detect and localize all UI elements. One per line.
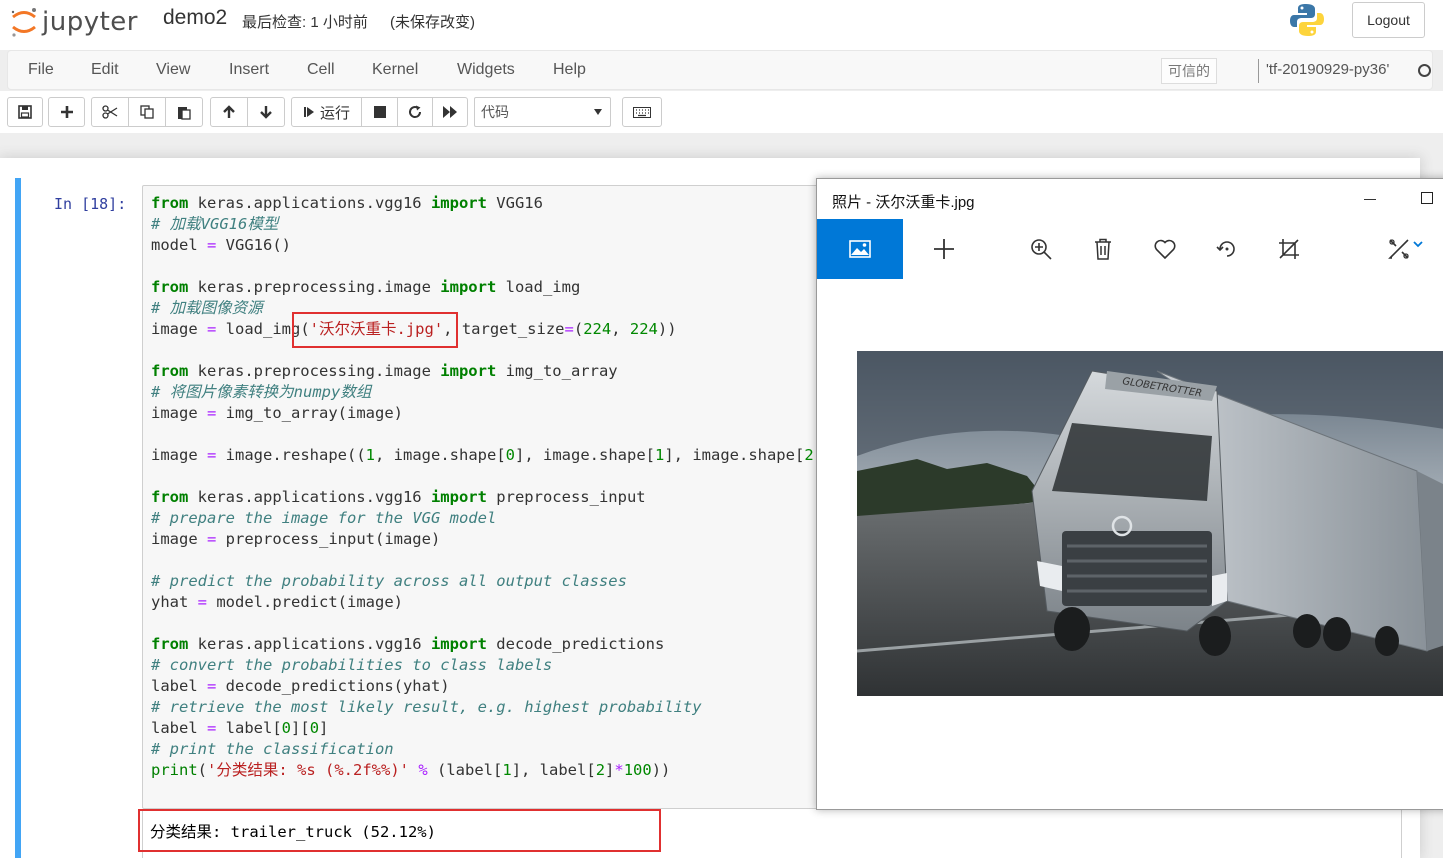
checkpoint-status: 最后检查: 1 小时前 (242, 14, 368, 31)
crop-button[interactable] (1275, 235, 1303, 263)
jupyter-logo-text: jupyter (42, 7, 138, 37)
code-editor[interactable]: from keras.applications.vgg16 import VGG… (151, 193, 842, 781)
favorite-button[interactable] (1151, 235, 1179, 263)
copy-icon (140, 105, 154, 119)
refresh-icon (409, 105, 422, 118)
filename-highlight-box (292, 312, 458, 348)
menu-file[interactable]: File (28, 61, 54, 79)
move-up-button[interactable] (210, 97, 248, 127)
scissors-icon (102, 105, 118, 119)
image-icon (849, 240, 871, 258)
heart-icon (1154, 239, 1176, 259)
chevron-down-icon (1412, 241, 1423, 248)
save-button[interactable] (7, 97, 43, 127)
maximize-button[interactable] (1421, 192, 1433, 204)
run-button[interactable]: 运行 (291, 97, 362, 127)
truck-photo-image: GLOBETROTTER (857, 351, 1443, 696)
toolbar: 运行 代码 (0, 91, 1443, 133)
cell-type-select[interactable]: 代码 (474, 97, 611, 127)
header: jupyter demo2 最后检查: 1 小时前 (未保存改变) Logout (0, 0, 1443, 50)
plus-icon (934, 239, 954, 259)
zoom-button[interactable] (1027, 235, 1055, 263)
jupyter-logo[interactable]: jupyter (10, 2, 138, 42)
photo-viewer-window[interactable]: 照片 - 沃尔沃重卡.jpg GLOBETROTTER (816, 178, 1443, 810)
logout-button[interactable]: Logout (1352, 2, 1425, 38)
menu-view[interactable]: View (156, 61, 190, 79)
rotate-button[interactable] (1213, 235, 1241, 263)
notebook-name[interactable]: demo2 (163, 6, 227, 30)
edit-create-button[interactable] (1385, 235, 1425, 263)
trash-icon (1095, 238, 1111, 260)
save-icon (18, 105, 32, 119)
cell-type-value: 代码 (481, 104, 509, 120)
rotate-icon (1216, 241, 1235, 257)
paste-button[interactable] (165, 97, 203, 127)
python-kernel-icon (1290, 4, 1324, 36)
menu-help[interactable]: Help (553, 61, 586, 79)
zoom-in-icon (1031, 239, 1052, 260)
insert-cell-button[interactable] (48, 97, 85, 127)
output-highlight-box (138, 809, 661, 852)
autosave-status: (未保存改变) (390, 14, 475, 31)
crop-icon (1279, 239, 1299, 259)
kernel-name: 'tf-20190929-py36' (1266, 61, 1390, 78)
paste-icon (178, 106, 191, 120)
kernel-separator (1258, 59, 1259, 83)
photo-window-title: 照片 - 沃尔沃重卡.jpg (832, 194, 975, 211)
delete-button[interactable] (1089, 235, 1117, 263)
menu-kernel[interactable]: Kernel (372, 61, 418, 79)
jupyter-logo-icon (11, 8, 36, 37)
fast-forward-icon (443, 106, 457, 118)
menu-cell[interactable]: Cell (307, 61, 335, 79)
trusted-indicator[interactable]: 可信的 (1161, 58, 1217, 84)
menu-edit[interactable]: Edit (91, 61, 119, 79)
input-prompt: In [18]: (54, 195, 127, 213)
menu-widgets[interactable]: Widgets (457, 61, 515, 79)
menu-insert[interactable]: Insert (229, 61, 269, 79)
step-forward-icon (303, 107, 314, 117)
minimize-button[interactable] (1364, 199, 1376, 200)
plus-icon (60, 106, 73, 118)
cut-button[interactable] (91, 97, 129, 127)
truck-photo: GLOBETROTTER (857, 351, 1443, 696)
chevron-down-icon (594, 109, 602, 115)
copy-button[interactable] (128, 97, 166, 127)
stop-icon (373, 106, 386, 118)
arrow-up-icon (223, 105, 235, 118)
edit-icon (1387, 239, 1409, 259)
kernel-idle-icon (1418, 64, 1431, 77)
command-palette-button[interactable] (622, 97, 662, 127)
move-down-button[interactable] (247, 97, 285, 127)
restart-button[interactable] (397, 97, 433, 127)
view-image-button[interactable] (817, 219, 903, 279)
menubar: File Edit View Insert Cell Kernel Widget… (7, 50, 1433, 90)
selected-cell-indicator (15, 178, 21, 858)
interrupt-button[interactable] (361, 97, 398, 127)
arrow-down-icon (260, 106, 272, 119)
keyboard-icon (633, 106, 651, 118)
run-label: 运行 (319, 104, 350, 122)
restart-run-all-button[interactable] (432, 97, 468, 127)
add-to-button[interactable] (930, 235, 958, 263)
